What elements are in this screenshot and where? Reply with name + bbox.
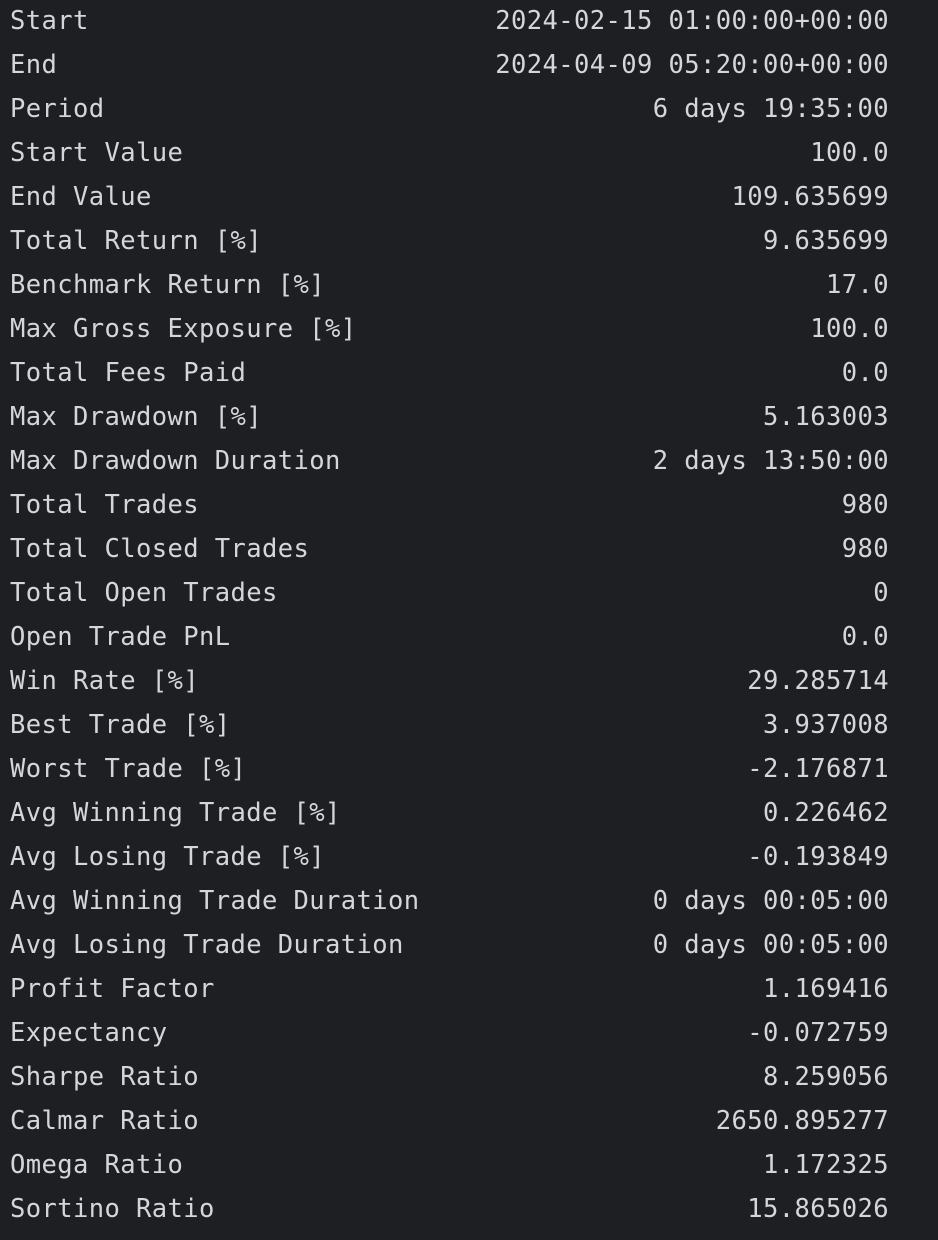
stat-row-total-open-trades: Total Open Trades 0	[0, 572, 938, 616]
stat-label: Total Closed Trades	[10, 534, 310, 564]
stat-row-avg-winning-trade: Avg Winning Trade [%] 0.226462	[0, 792, 938, 836]
stat-row-max-drawdown: Max Drawdown [%] 5.163003	[0, 396, 938, 440]
stat-value: 2024-04-09 05:20:00+00:00	[495, 50, 889, 80]
stat-label: Period	[10, 94, 105, 124]
stat-value: -2.176871	[747, 754, 889, 784]
stat-value: 0.226462	[762, 798, 889, 828]
stat-label: Calmar Ratio	[10, 1106, 200, 1136]
stat-label: End Value	[10, 182, 152, 212]
stat-label: Total Trades	[10, 490, 200, 520]
stat-row-worst-trade: Worst Trade [%] -2.176871	[0, 748, 938, 792]
stat-row-avg-winning-trade-duration: Avg Winning Trade Duration 0 days 00:05:…	[0, 880, 938, 924]
stat-row-total-fees-paid: Total Fees Paid 0.0	[0, 352, 938, 396]
stat-label: Win Rate [%]	[10, 666, 200, 696]
stat-value: 9.635699	[762, 226, 889, 256]
stat-value: 15.865026	[747, 1194, 889, 1224]
stat-row-avg-losing-trade: Avg Losing Trade [%] -0.193849	[0, 836, 938, 880]
stats-output: Start 2024-02-15 01:00:00+00:00 End 2024…	[0, 0, 938, 1240]
stat-label: End	[10, 50, 58, 80]
stat-label: Total Fees Paid	[10, 358, 247, 388]
stat-label: Expectancy	[10, 1018, 168, 1048]
stat-value: 109.635699	[731, 182, 889, 212]
stat-label: Max Gross Exposure [%]	[10, 314, 357, 344]
stat-value: -0.193849	[747, 842, 889, 872]
stat-value: 0	[873, 578, 889, 608]
stat-value: 0 days 00:05:00	[652, 886, 889, 916]
stat-value: -0.072759	[747, 1018, 889, 1048]
stat-label: Max Drawdown Duration	[10, 446, 341, 476]
stat-row-start: Start 2024-02-15 01:00:00+00:00	[0, 0, 938, 44]
stat-row-omega-ratio: Omega Ratio 1.172325	[0, 1144, 938, 1188]
stat-row-start-value: Start Value 100.0	[0, 132, 938, 176]
stat-label: Sharpe Ratio	[10, 1062, 200, 1092]
stat-label: Best Trade [%]	[10, 710, 231, 740]
stat-value: 100.0	[810, 314, 889, 344]
stat-row-best-trade: Best Trade [%] 3.937008	[0, 704, 938, 748]
stat-value: 2024-02-15 01:00:00+00:00	[495, 6, 889, 36]
stat-row-total-closed-trades: Total Closed Trades 980	[0, 528, 938, 572]
stat-value: 6 days 19:35:00	[652, 94, 889, 124]
stat-label: Avg Winning Trade Duration	[10, 886, 420, 916]
stat-row-sharpe-ratio: Sharpe Ratio 8.259056	[0, 1056, 938, 1100]
stat-value: 2650.895277	[715, 1106, 889, 1136]
stat-label: Max Drawdown [%]	[10, 402, 263, 432]
stat-value: 980	[841, 534, 889, 564]
stat-value: 0.0	[841, 358, 889, 388]
stat-row-total-return: Total Return [%] 9.635699	[0, 220, 938, 264]
stat-value: 1.169416	[762, 974, 889, 1004]
stat-row-sortino-ratio: Sortino Ratio 15.865026	[0, 1188, 938, 1232]
stat-label: Start Value	[10, 138, 184, 168]
stat-value: 100.0	[810, 138, 889, 168]
stat-label: Profit Factor	[10, 974, 215, 1004]
stat-row-profit-factor: Profit Factor 1.169416	[0, 968, 938, 1012]
stat-value: 980	[841, 490, 889, 520]
stat-row-max-gross-exposure: Max Gross Exposure [%] 100.0	[0, 308, 938, 352]
stat-row-calmar-ratio: Calmar Ratio 2650.895277	[0, 1100, 938, 1144]
stat-label: Avg Losing Trade Duration	[10, 930, 404, 960]
stat-row-avg-losing-trade-duration: Avg Losing Trade Duration 0 days 00:05:0…	[0, 924, 938, 968]
stat-label: Avg Winning Trade [%]	[10, 798, 341, 828]
stat-value: 0.0	[841, 622, 889, 652]
stat-row-win-rate: Win Rate [%] 29.285714	[0, 660, 938, 704]
stat-label: Start	[10, 6, 89, 36]
stat-row-open-trade-pnl: Open Trade PnL 0.0	[0, 616, 938, 660]
stat-label: Benchmark Return [%]	[10, 270, 326, 300]
stat-value: 5.163003	[762, 402, 889, 432]
stat-value: 8.259056	[762, 1062, 889, 1092]
stat-row-benchmark-return: Benchmark Return [%] 17.0	[0, 264, 938, 308]
stat-label: Total Open Trades	[10, 578, 278, 608]
stat-row-period: Period 6 days 19:35:00	[0, 88, 938, 132]
stat-row-total-trades: Total Trades 980	[0, 484, 938, 528]
stat-value: 1.172325	[762, 1150, 889, 1180]
stat-value: 29.285714	[747, 666, 889, 696]
stat-row-max-drawdown-duration: Max Drawdown Duration 2 days 13:50:00	[0, 440, 938, 484]
stat-label: Worst Trade [%]	[10, 754, 247, 784]
stat-label: Avg Losing Trade [%]	[10, 842, 326, 872]
stat-label: Sortino Ratio	[10, 1194, 215, 1224]
stat-value: 3.937008	[762, 710, 889, 740]
stat-value: 0 days 00:05:00	[652, 930, 889, 960]
stat-row-end: End 2024-04-09 05:20:00+00:00	[0, 44, 938, 88]
stat-label: Total Return [%]	[10, 226, 263, 256]
stat-value: 2 days 13:50:00	[652, 446, 889, 476]
stat-value: 17.0	[825, 270, 889, 300]
stat-label: Omega Ratio	[10, 1150, 184, 1180]
stat-label: Open Trade PnL	[10, 622, 231, 652]
stat-row-end-value: End Value 109.635699	[0, 176, 938, 220]
stat-row-expectancy: Expectancy -0.072759	[0, 1012, 938, 1056]
